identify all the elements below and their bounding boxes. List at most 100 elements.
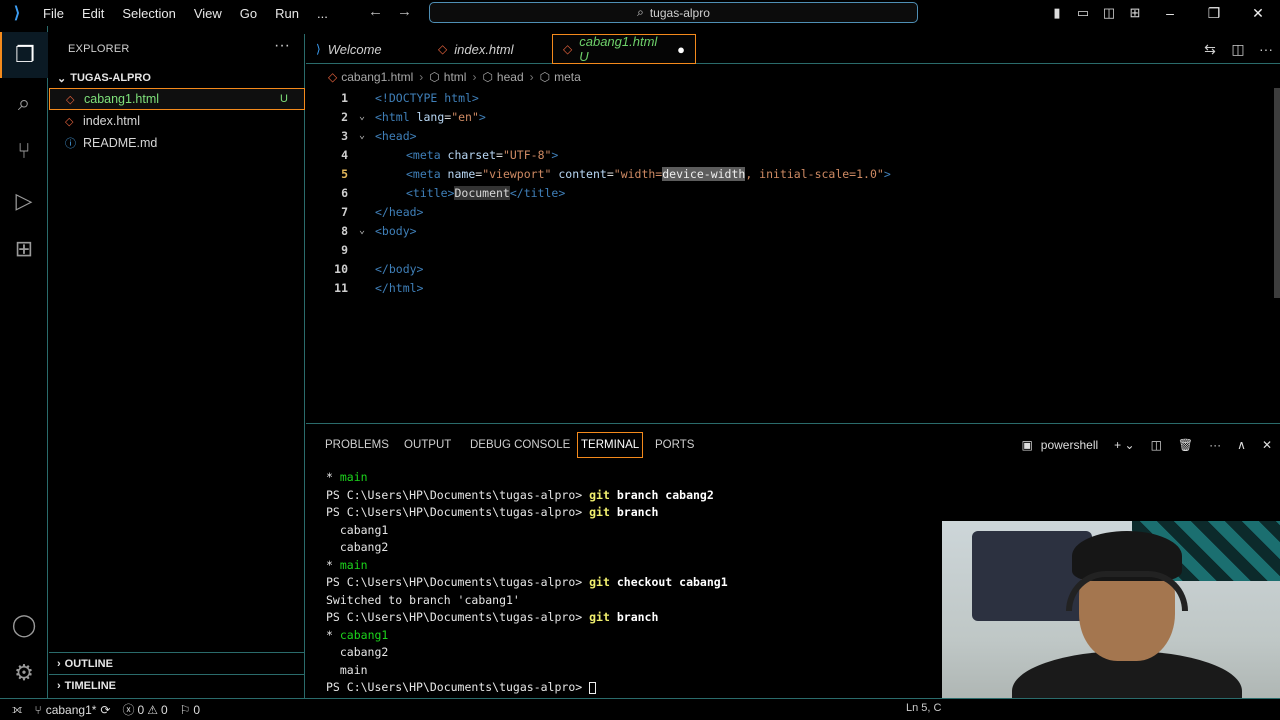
tab-label: Welcome bbox=[327, 41, 382, 57]
more-actions-icon[interactable]: ··· bbox=[274, 37, 290, 55]
search-view-icon[interactable]: ⌕ bbox=[0, 80, 48, 126]
line-number: 6 bbox=[341, 185, 348, 200]
tab-welcome[interactable]: ⟩ Welcome bbox=[306, 34, 424, 64]
branch-name: cabang2 bbox=[339, 645, 389, 659]
breadcrumb-meta[interactable]: meta bbox=[554, 70, 581, 84]
extensions-icon[interactable]: ⊞ bbox=[0, 226, 48, 272]
close-icon[interactable]: ✕ bbox=[1236, 5, 1280, 22]
settings-gear-icon[interactable]: ⚙ bbox=[0, 650, 48, 696]
menu-run[interactable]: Run bbox=[266, 6, 308, 21]
menu-view[interactable]: View bbox=[185, 6, 231, 21]
branch-name: main bbox=[339, 557, 368, 572]
menu-go[interactable]: Go bbox=[231, 6, 266, 21]
file-item-cabang1[interactable]: ◇ cabang1.html U bbox=[49, 88, 305, 110]
tag-token: <title> bbox=[406, 185, 455, 200]
menu-file[interactable]: File bbox=[34, 6, 73, 21]
tab-problems[interactable]: PROBLEMS bbox=[322, 432, 392, 458]
tab-terminal[interactable]: TERMINAL bbox=[577, 432, 644, 458]
code-editor[interactable]: 1 <!DOCTYPE html> 2 ⌄ <html lang="en"> 3… bbox=[306, 88, 1280, 422]
maximize-panel-icon[interactable]: ∧ bbox=[1229, 438, 1254, 452]
code-text: <body> bbox=[375, 224, 417, 238]
back-arrow-icon[interactable]: ← bbox=[368, 3, 383, 20]
file-item-readme[interactable]: ⓘ README.md bbox=[49, 132, 305, 154]
search-icon: ⌕ bbox=[637, 5, 644, 19]
terminal-output[interactable]: * main PS C:\Users\HP\Documents\tugas-al… bbox=[326, 470, 728, 698]
branch-name: main bbox=[339, 662, 368, 677]
editor-scrollbar[interactable] bbox=[1274, 88, 1280, 298]
menu-edit[interactable]: Edit bbox=[73, 6, 113, 21]
more-actions-icon[interactable]: ··· bbox=[1201, 438, 1229, 452]
line-number: 11 bbox=[334, 280, 348, 295]
minimize-icon[interactable]: – bbox=[1148, 5, 1192, 21]
folder-header[interactable]: ⌄ TUGAS-ALPRO bbox=[49, 68, 305, 88]
split-terminal-icon[interactable]: ◫ bbox=[1143, 438, 1170, 452]
sync-icon[interactable]: ⟳ bbox=[100, 703, 110, 717]
shell-label[interactable]: powershell bbox=[1041, 438, 1106, 452]
error-count[interactable]: 0 bbox=[138, 703, 145, 717]
fold-chevron-icon[interactable]: ⌄ bbox=[359, 130, 365, 141]
terminal-line: Switched to branch 'cabang1' bbox=[326, 593, 728, 611]
source-control-icon[interactable]: ⑂ bbox=[0, 128, 48, 174]
breadcrumb-html[interactable]: html bbox=[444, 70, 467, 84]
tab-ports[interactable]: PORTS bbox=[652, 432, 697, 458]
breadcrumb-separator: › bbox=[529, 70, 534, 84]
folder-name: TUGAS-ALPRO bbox=[70, 72, 151, 84]
branch-name: cabang1 bbox=[339, 522, 389, 537]
string-token: "UTF-8" bbox=[502, 147, 552, 162]
toggle-panel-icon[interactable]: ▭ bbox=[1070, 5, 1096, 21]
cmd-args: checkout cabang1 bbox=[616, 575, 728, 589]
code-text: <!DOCTYPE html> bbox=[375, 91, 479, 105]
line-number: 7 bbox=[341, 204, 348, 219]
headset bbox=[1066, 571, 1188, 611]
tab-index[interactable]: ◇ index.html bbox=[428, 34, 550, 64]
element-icon: ⬡ bbox=[429, 70, 440, 84]
tab-output[interactable]: OUTPUT bbox=[401, 432, 454, 458]
outline-section[interactable]: › OUTLINE bbox=[49, 652, 305, 674]
fold-chevron-icon[interactable]: ⌄ bbox=[359, 111, 365, 122]
code-line: 3 ⌄ <head> bbox=[306, 126, 1280, 145]
chevron-right-icon: › bbox=[57, 657, 61, 670]
account-icon[interactable]: ◯ bbox=[0, 602, 48, 648]
menu-selection[interactable]: Selection bbox=[113, 6, 184, 21]
close-panel-icon[interactable]: ✕ bbox=[1254, 438, 1280, 452]
compare-icon[interactable]: ⇆ bbox=[1196, 41, 1224, 58]
toggle-sidebar-icon[interactable]: ▮ bbox=[1044, 5, 1070, 21]
fold-chevron-icon[interactable]: ⌄ bbox=[359, 225, 365, 236]
explorer-icon[interactable]: ❐ bbox=[0, 32, 48, 78]
remote-icon[interactable]: ⟗ bbox=[12, 702, 23, 717]
vscode-logo-icon: ⟩ bbox=[13, 5, 21, 22]
forward-arrow-icon[interactable]: → bbox=[397, 3, 412, 20]
trash-icon[interactable]: 🗑 bbox=[1170, 438, 1201, 452]
toggle-secondary-sidebar-icon[interactable]: ◫ bbox=[1096, 5, 1122, 21]
line-number: 8 bbox=[341, 223, 348, 238]
customize-layout-icon[interactable]: ⊞ bbox=[1122, 5, 1148, 21]
timeline-section[interactable]: › TIMELINE bbox=[49, 674, 305, 696]
tab-cabang1[interactable]: ◇ cabang1.html U ● bbox=[552, 34, 696, 64]
file-item-index[interactable]: ◇ index.html bbox=[49, 110, 305, 132]
command-center-search[interactable]: ⌕ tugas-alpro bbox=[429, 2, 918, 23]
eq-token: = bbox=[496, 147, 503, 162]
unsaved-dot-icon[interactable]: ● bbox=[677, 42, 685, 57]
restore-icon[interactable]: ❐ bbox=[1192, 5, 1236, 22]
cmd-args: branch bbox=[616, 610, 659, 624]
new-terminal-icon[interactable]: + ⌄ bbox=[1106, 438, 1142, 452]
run-debug-icon[interactable]: ▷ bbox=[0, 178, 48, 224]
cmd-args: branch bbox=[616, 505, 659, 519]
menu-more[interactable]: ... bbox=[308, 6, 337, 21]
file-label: README.md bbox=[83, 136, 158, 150]
ports-count[interactable]: 0 bbox=[193, 703, 200, 717]
tag-token: > bbox=[883, 166, 891, 181]
breadcrumb-head[interactable]: head bbox=[497, 70, 524, 84]
html-file-icon: ◇ bbox=[328, 70, 338, 84]
html-file-icon: ◇ bbox=[438, 42, 448, 56]
more-actions-icon[interactable]: ··· bbox=[1252, 41, 1280, 57]
breadcrumb-file[interactable]: cabang1.html bbox=[341, 70, 413, 84]
terminal-line: PS C:\Users\HP\Documents\tugas-alpro> gi… bbox=[326, 505, 728, 523]
tab-debug-console[interactable]: DEBUG CONSOLE bbox=[467, 432, 573, 458]
split-editor-icon[interactable]: ◫ bbox=[1224, 41, 1252, 58]
attr-token: content bbox=[551, 166, 607, 181]
tag-token: <meta bbox=[406, 147, 448, 162]
branch-name[interactable]: cabang1* bbox=[46, 703, 97, 717]
warning-count[interactable]: 0 bbox=[161, 703, 168, 717]
cursor-position[interactable]: Ln 5, C bbox=[906, 702, 941, 714]
